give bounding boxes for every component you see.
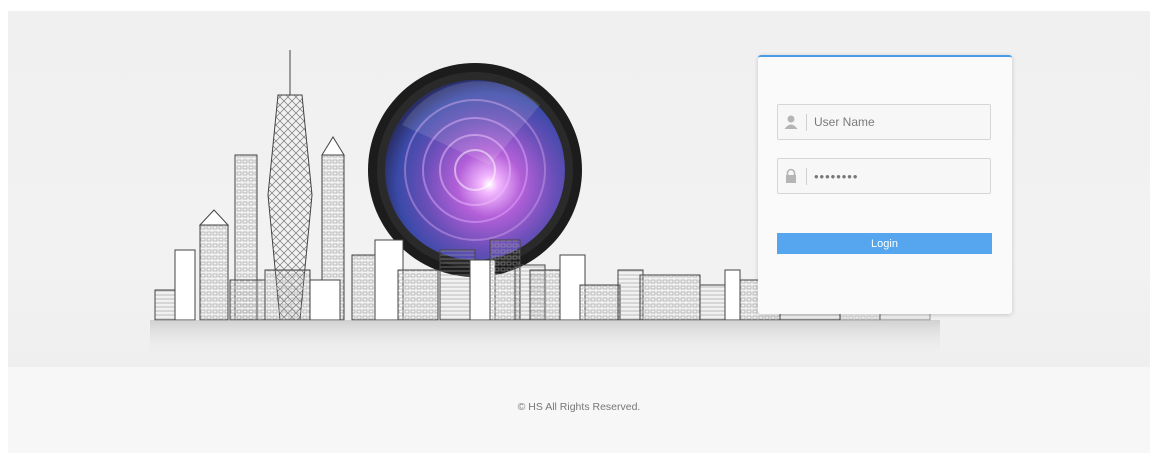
password-field [777,158,991,194]
username-field [777,104,991,140]
login-button[interactable]: Login [777,233,992,254]
footer: © HS All Rights Reserved. [8,367,1150,453]
user-icon [784,115,798,129]
login-panel: Login [758,55,1012,314]
password-input[interactable] [814,159,984,193]
lock-icon [786,168,796,183]
field-separator [806,168,807,185]
field-separator [806,114,807,131]
username-input[interactable] [814,105,984,139]
skyline-reflection [150,320,940,357]
copyright-text: © HS All Rights Reserved. [517,401,641,413]
